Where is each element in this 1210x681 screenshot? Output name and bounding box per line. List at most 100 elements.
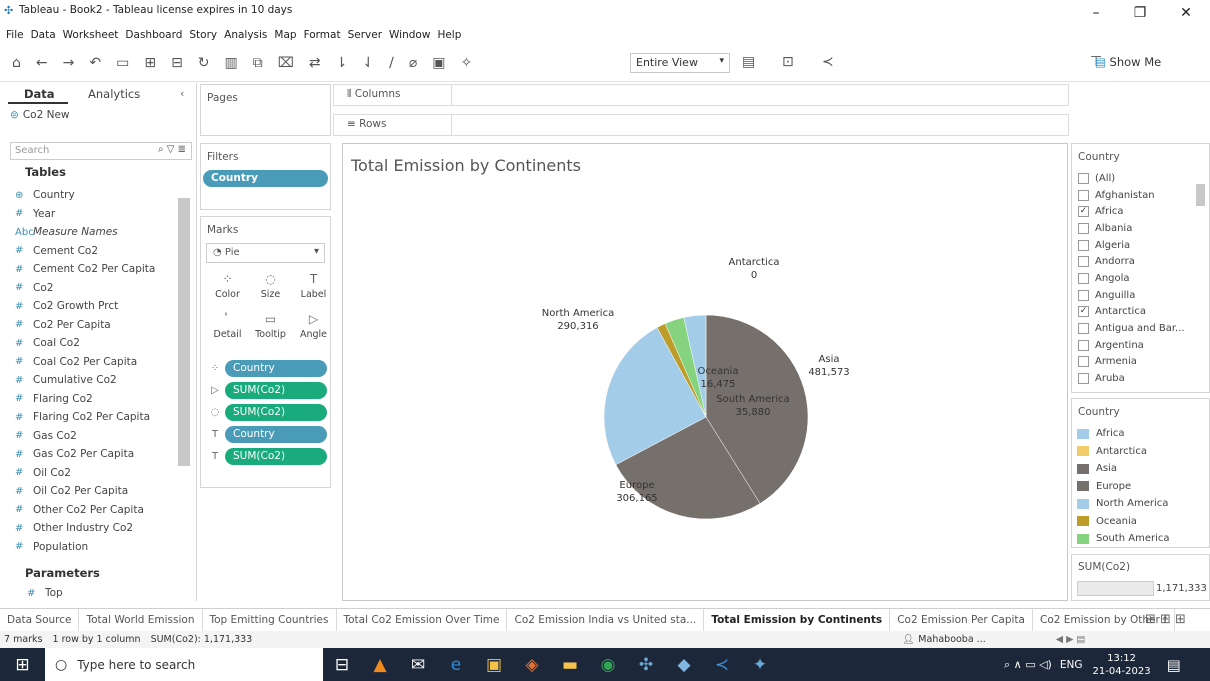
sheet-tab[interactable]: Data Source [0,609,80,631]
checkbox[interactable] [1078,172,1089,184]
menu-dashboard[interactable]: Dashboard [124,29,183,45]
country-checkbox-item[interactable]: Aruba [1078,370,1209,387]
tray-icons[interactable]: ⌕ ∧ ▭ ◁) [1004,658,1052,672]
country-checkbox-item[interactable]: Andorra [1078,253,1209,270]
datasource-item[interactable]: ⊜ Co2 New [10,109,70,121]
field-item[interactable]: ⊕ Country [15,186,180,205]
legend-item[interactable]: Oceania [1077,513,1209,531]
highlight-icon[interactable]: ∕ [389,55,394,71]
menu-map[interactable]: Map [273,29,297,45]
rows-shelf[interactable]: ≡ Rows [333,114,1069,136]
sheet-nav-icons[interactable]: ◀ ▶ ▤ [1056,634,1086,645]
size-button[interactable]: ◌ Size [249,269,292,309]
pages-shelf[interactable]: Pages [200,84,331,136]
maximize-button[interactable]: ❐ [1117,0,1163,26]
tab-data[interactable]: Data [24,87,55,101]
mark-pill[interactable]: SUM(Co2) [225,447,327,465]
cards-icon[interactable]: ▤ [742,54,755,70]
filters-shelf[interactable]: Filters Country [200,143,331,210]
field-item[interactable]: # Co2 Per Capita [15,316,180,335]
tray-clock[interactable]: 13:12 21-04-2023 [1093,652,1151,678]
vlc-icon[interactable]: ▲ [361,648,399,681]
checkbox[interactable] [1078,189,1089,201]
field-item[interactable]: # Gas Co2 [15,427,180,446]
country-checkbox-item[interactable]: Anguilla [1078,287,1209,304]
mark-pill[interactable]: SUM(Co2) [225,381,327,399]
field-item[interactable]: # Population [15,538,180,557]
tray-language[interactable]: ENG [1060,659,1083,671]
sheet-tab[interactable]: Total Emission by Continents [704,609,891,631]
checkbox[interactable] [1078,272,1089,284]
checkbox[interactable] [1078,373,1089,385]
forward-icon[interactable]: → [63,55,75,71]
mail-icon[interactable]: ✉ [399,648,437,681]
checkbox[interactable] [1078,256,1089,268]
checkbox[interactable]: ✓ [1078,206,1089,218]
checkbox[interactable] [1078,289,1089,301]
pin-icon[interactable]: ✧ [461,55,473,71]
store-icon[interactable]: ▣ [475,648,513,681]
menu-help[interactable]: Help [436,29,462,45]
refresh-icon[interactable]: ↻ [198,55,210,71]
new-datasource-icon[interactable]: ⊞ [144,55,156,71]
field-item[interactable]: # Co2 [15,279,180,298]
menu-analysis[interactable]: Analysis [223,29,268,45]
sort-desc-icon[interactable]: ⇃ [362,55,374,71]
menu-server[interactable]: Server [347,29,383,45]
country-checkbox-item[interactable]: Armenia [1078,354,1209,371]
minimize-button[interactable]: – [1073,0,1119,26]
labels-icon[interactable]: ▣ [432,55,445,71]
chrome-icon[interactable]: ◉ [589,648,627,681]
checkbox[interactable] [1078,222,1089,234]
country-checkbox-item[interactable]: Afghanistan [1078,187,1209,204]
country-checkbox-item[interactable]: Algeria [1078,237,1209,254]
sort-asc-icon[interactable]: ⇂ [336,55,348,71]
swap-icon[interactable]: ⇄ [309,55,321,71]
label-button[interactable]: T Label [292,269,335,309]
field-item[interactable]: # Oil Co2 [15,464,180,483]
menu-story[interactable]: Story [188,29,218,45]
legend-item[interactable]: Antarctica [1077,443,1209,461]
checkbox[interactable]: ✓ [1078,306,1089,318]
notification-icon[interactable]: ▤ [1167,656,1181,674]
close-button[interactable]: ✕ [1163,0,1209,26]
color-button[interactable]: ⁘ Color [206,269,249,309]
country-checkbox-item[interactable]: Antigua and Bar... [1078,320,1209,337]
tableau-taskbar-icon[interactable]: ✣ [627,648,665,681]
field-item[interactable]: # Coal Co2 [15,334,180,353]
back-icon[interactable]: ← [36,55,48,71]
filter-card-scrollbar[interactable] [1196,184,1205,206]
columns-shelf[interactable]: ⫴ Columns [333,84,1069,106]
field-item[interactable]: # Cumulative Co2 [15,371,180,390]
angle-button[interactable]: ▷ Angle [292,309,335,349]
windows-start-icon[interactable]: ⊞ [0,648,45,681]
duplicate-sheet-icon[interactable]: ⧉ [253,55,263,71]
mark-pill[interactable]: SUM(Co2) [225,403,327,421]
field-item[interactable]: Abc Measure Names [15,223,180,242]
field-item[interactable]: # Year [15,205,180,224]
new-worksheet-icon[interactable]: ▥ [225,55,238,71]
checkbox[interactable] [1078,239,1089,251]
country-checkbox-item[interactable]: (All) [1078,170,1209,187]
home-icon[interactable]: ⌂ [12,55,21,71]
filter-pill-country[interactable]: Country [203,170,328,187]
save-icon[interactable]: ▭ [116,55,129,71]
status-user[interactable]: Mahabooba ... [918,634,985,645]
mark-type-dropdown[interactable]: ◔ Pie ▾ [206,243,325,263]
taskbar-search-box[interactable]: ○ Type here to search [45,648,323,681]
checkbox[interactable] [1078,339,1089,351]
legend-item[interactable]: North America [1077,495,1209,513]
field-item[interactable]: # Other Co2 Per Capita [15,501,180,520]
tab-analytics[interactable]: Analytics [88,87,140,101]
checkbox[interactable] [1078,356,1089,368]
field-item[interactable]: # Cement Co2 [15,242,180,261]
country-checkbox-item[interactable]: Argentina [1078,337,1209,354]
app-icon[interactable]: ◆ [665,648,703,681]
file-explorer-icon[interactable]: ▬ [551,648,589,681]
field-list-scrollbar[interactable] [178,198,190,466]
field-item[interactable]: # Cement Co2 Per Capita [15,260,180,279]
menu-file[interactable]: File [5,29,25,45]
mark-pill[interactable]: Country [225,359,327,377]
country-checkbox-item[interactable]: Albania [1078,220,1209,237]
paint-icon[interactable]: ◈ [513,648,551,681]
